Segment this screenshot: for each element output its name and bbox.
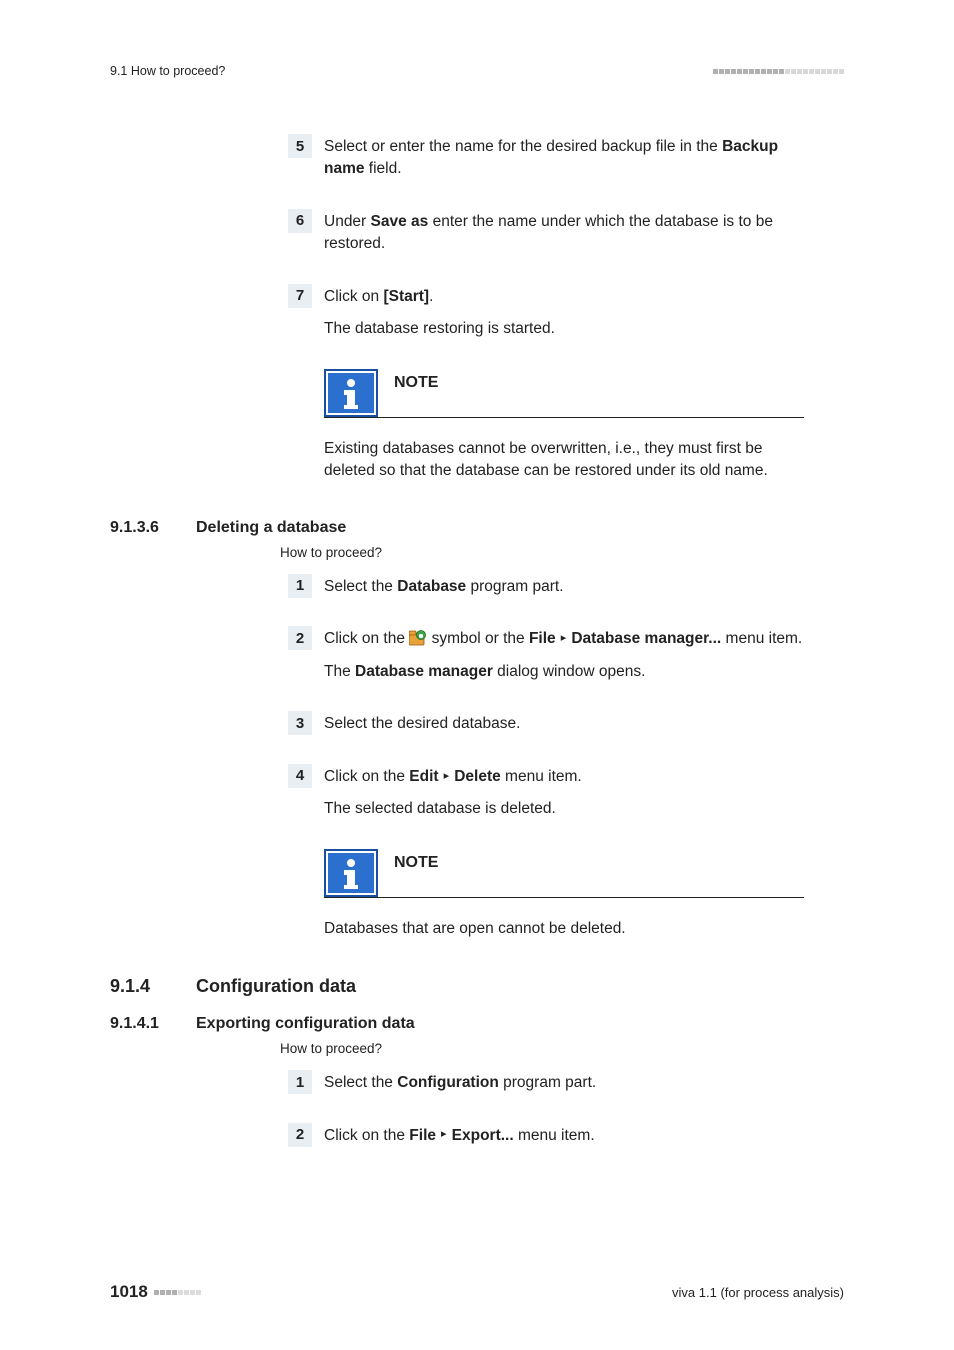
step-number: 1 bbox=[288, 574, 312, 598]
step-5: 5 Select or enter the name for the desir… bbox=[110, 134, 844, 191]
note-label: NOTE bbox=[394, 854, 438, 892]
footer-decoration bbox=[154, 1290, 201, 1295]
step-number: 2 bbox=[288, 1123, 312, 1147]
section-title: Deleting a database bbox=[196, 519, 346, 537]
section-9-1-3-6: 9.1.3.6 Deleting a database bbox=[110, 519, 844, 537]
step-body: Click on the File ▸ Export... menu item. bbox=[324, 1123, 595, 1157]
export-step-2: 2 Click on the File ▸ Export... menu ite… bbox=[110, 1123, 844, 1157]
section-subheading: How to proceed? bbox=[280, 545, 844, 560]
menu-arrow-icon: ▸ bbox=[436, 1128, 452, 1140]
section-number: 9.1.4.1 bbox=[110, 1015, 172, 1033]
delete-step-3: 3 Select the desired database. bbox=[110, 711, 844, 745]
header-decoration bbox=[713, 69, 844, 74]
info-icon bbox=[324, 849, 378, 897]
step-7: 7 Click on [Start]. The database restori… bbox=[110, 284, 844, 351]
step-body: Click on the Edit ▸ Delete menu item. Th… bbox=[324, 764, 582, 831]
note-box: NOTE Databases that are open cannot be d… bbox=[324, 849, 804, 940]
step-6: 6 Under Save as enter the name under whi… bbox=[110, 209, 844, 266]
footer-product-label: viva 1.1 (for process analysis) bbox=[672, 1285, 844, 1300]
step-body: Select or enter the name for the desired… bbox=[324, 134, 804, 191]
delete-step-1: 1 Select the Database program part. bbox=[110, 574, 844, 608]
step-number: 2 bbox=[288, 626, 312, 650]
step-number: 6 bbox=[288, 209, 312, 233]
info-icon bbox=[324, 369, 378, 417]
step-number: 3 bbox=[288, 711, 312, 735]
database-toolbar-icon bbox=[409, 630, 427, 646]
step-body: Select the desired database. bbox=[324, 711, 520, 745]
section-9-1-4: 9.1.4 Configuration data bbox=[110, 976, 844, 997]
delete-step-2: 2 Click on the symbol or the File ▸ Data… bbox=[110, 626, 844, 693]
step-number: 1 bbox=[288, 1070, 312, 1094]
section-subheading: How to proceed? bbox=[280, 1041, 844, 1056]
menu-arrow-icon: ▸ bbox=[439, 770, 455, 782]
page-number: 1018 bbox=[110, 1282, 148, 1302]
section-number: 9.1.4 bbox=[110, 976, 172, 997]
step-number: 7 bbox=[288, 284, 312, 308]
note-label: NOTE bbox=[394, 374, 438, 412]
step-body: Select the Configuration program part. bbox=[324, 1070, 596, 1104]
section-number: 9.1.3.6 bbox=[110, 519, 172, 537]
delete-step-4: 4 Click on the Edit ▸ Delete menu item. … bbox=[110, 764, 844, 831]
step-number: 5 bbox=[288, 134, 312, 158]
page-header: 9.1 How to proceed? bbox=[110, 64, 844, 78]
section-title: Configuration data bbox=[196, 976, 356, 997]
step-number: 4 bbox=[288, 764, 312, 788]
step-body: Under Save as enter the name under which… bbox=[324, 209, 804, 266]
note-text: Databases that are open cannot be delete… bbox=[324, 918, 804, 940]
step-body: Select the Database program part. bbox=[324, 574, 564, 608]
section-9-1-4-1: 9.1.4.1 Exporting configuration data bbox=[110, 1015, 844, 1033]
step-body: Click on [Start]. The database restoring… bbox=[324, 284, 555, 351]
page-footer: 1018 viva 1.1 (for process analysis) bbox=[110, 1282, 844, 1302]
section-title: Exporting configuration data bbox=[196, 1015, 415, 1033]
menu-arrow-icon: ▸ bbox=[556, 632, 572, 644]
note-box: NOTE Existing databases cannot be overwr… bbox=[324, 369, 804, 483]
step-body: Click on the symbol or the File ▸ Databa… bbox=[324, 626, 802, 693]
header-section-label: 9.1 How to proceed? bbox=[110, 64, 225, 78]
note-text: Existing databases cannot be overwritten… bbox=[324, 438, 804, 483]
export-step-1: 1 Select the Configuration program part. bbox=[110, 1070, 844, 1104]
